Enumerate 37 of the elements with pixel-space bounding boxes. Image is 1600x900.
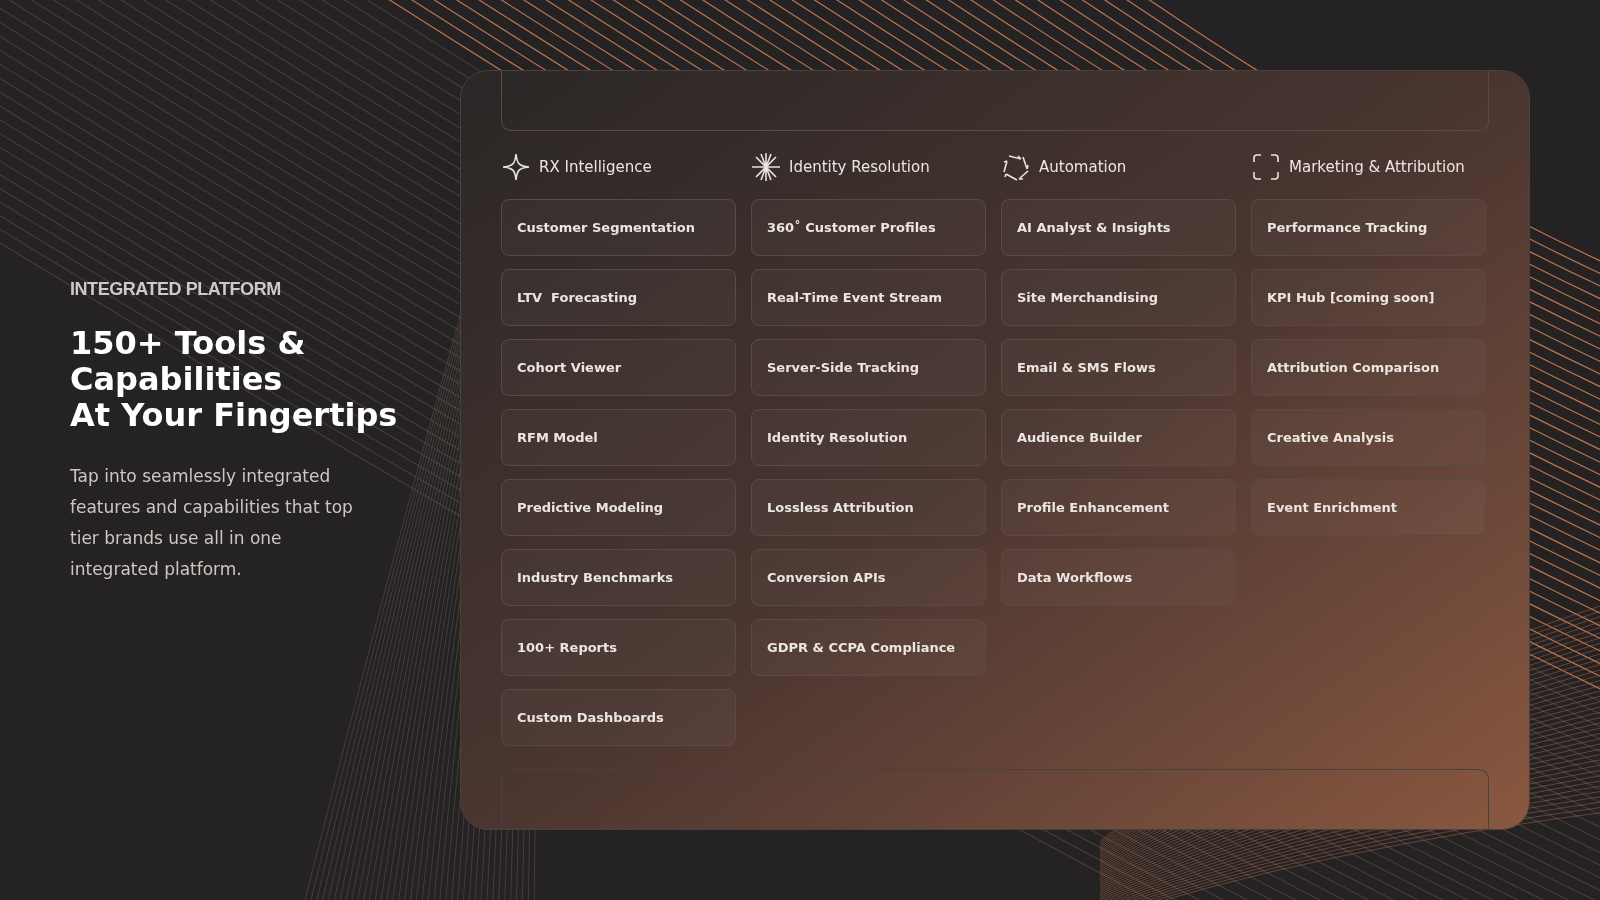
frame-icon: [1251, 152, 1281, 182]
column-title: Automation: [1039, 156, 1127, 178]
capability-card: LTV Forecasting: [501, 269, 736, 326]
column-title: Identity Resolution: [789, 156, 930, 178]
capability-card: Custom Dashboards: [501, 689, 736, 746]
capability-card: Email & SMS Flows: [1001, 339, 1236, 396]
capability-card: Lossless Attribution: [751, 479, 986, 536]
capability-card: Audience Builder: [1001, 409, 1236, 466]
column-title: Marketing & Attribution: [1289, 156, 1465, 178]
capability-card: Event Enrichment: [1251, 479, 1486, 536]
capability-card: Identity Resolution: [751, 409, 986, 466]
capability-card: Conversion APIs: [751, 549, 986, 606]
capability-card: Server-Side Tracking: [751, 339, 986, 396]
capability-card: Creative Analysis: [1251, 409, 1486, 466]
capability-card: Site Merchandising: [1001, 269, 1236, 326]
capability-card: 360˚ Customer Profiles: [751, 199, 986, 256]
sparkle-icon: [501, 152, 531, 182]
capability-card: RFM Model: [501, 409, 736, 466]
capability-card: GDPR & CCPA Compliance: [751, 619, 986, 676]
asterisk-icon: [751, 152, 781, 182]
cycle-icon: [1001, 152, 1031, 182]
capability-card: KPI Hub [coming soon]: [1251, 269, 1486, 326]
capability-card: Predictive Modeling: [501, 479, 736, 536]
capability-card: Real-Time Event Stream: [751, 269, 986, 326]
capability-card: 100+ Reports: [501, 619, 736, 676]
description: Tap into seamlessly integrated features and capabilities that top tier brands use all in one integrated platform.: [70, 464, 354, 581]
capability-card: Industry Benchmarks: [501, 549, 736, 606]
capability-card: AI Analyst & Insights: [1001, 199, 1236, 256]
capability-card: Performance Tracking: [1251, 199, 1486, 256]
capability-card: Data Workflows: [1001, 549, 1236, 606]
capability-card: Attribution Comparison: [1251, 339, 1486, 396]
capability-card: Cohort Viewer: [501, 339, 736, 396]
heading: 150+ Tools & Capabilities At Your Fingertips: [70, 324, 399, 433]
capability-card: Profile Enhancement: [1001, 479, 1236, 536]
capability-card: Customer Segmentation: [501, 199, 736, 256]
column-title: RX Intelligence: [539, 156, 652, 178]
eyebrow-label: INTEGRATED PLATFORM: [70, 277, 282, 301]
